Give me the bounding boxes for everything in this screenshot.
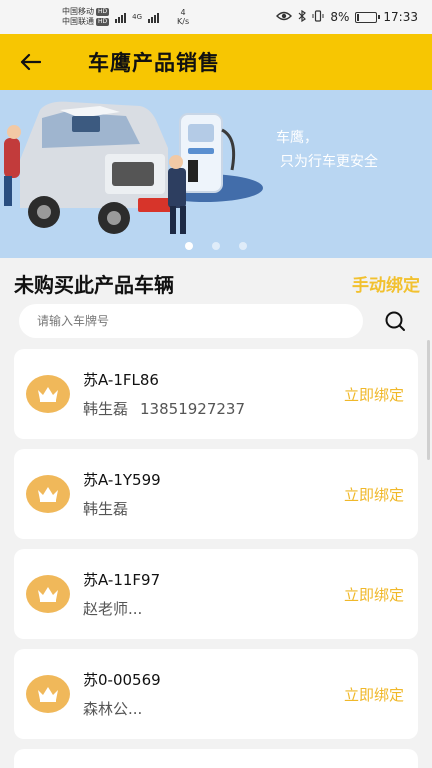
bind-now-button[interactable]: 立即绑定: [344, 384, 404, 405]
banner-carousel[interactable]: 车鹰， 只为行车更安全: [0, 90, 432, 258]
plate-number: 苏0-00569: [83, 671, 161, 689]
owner-line: 森林公...: [83, 698, 161, 719]
vehicle-info: 苏A-1FL86 韩生磊 13851927237: [83, 369, 245, 419]
signal-icon: [115, 11, 127, 23]
arrow-left-icon: [20, 53, 41, 71]
app-bar: 车鹰产品销售: [0, 34, 432, 90]
network-speed: 4 K/s: [177, 8, 189, 26]
owner-line: 赵老师...: [83, 598, 160, 619]
manual-bind-button[interactable]: 手动绑定: [352, 271, 420, 296]
slogan-line-1: 车鹰，: [276, 130, 318, 146]
hd-badge: HD: [96, 18, 110, 26]
carousel-dot[interactable]: [239, 242, 247, 250]
signal-icon: [148, 11, 160, 23]
vehicle-card[interactable]: 苏A-11F97 赵老师... 立即绑定: [14, 549, 418, 639]
owner-name: 韩生磊: [83, 500, 129, 518]
eye-icon: [276, 10, 293, 24]
owner-line: 韩生磊: [83, 498, 161, 519]
battery-icon: [355, 11, 381, 23]
speed-unit: K/s: [177, 17, 190, 26]
slogan-line-2: 只为行车更安全: [280, 154, 378, 170]
bind-now-button[interactable]: 立即绑定: [344, 484, 404, 505]
banner-slogan: 车鹰， 只为行车更安全: [276, 126, 378, 174]
vibrate-icon: [312, 9, 324, 25]
carrier-1: 中国移动: [62, 7, 94, 16]
plate-number: 苏A-11F97: [83, 571, 161, 589]
plate-number: 苏A-1Y599: [83, 471, 161, 489]
plate-number: 苏A-1FL86: [83, 371, 159, 389]
back-button[interactable]: [0, 34, 60, 90]
crown-icon: [26, 375, 70, 413]
search-bar: [0, 300, 432, 342]
clock: 17:33: [383, 10, 418, 24]
vehicle-card[interactable]: 苏A-1FL86 韩生磊 13851927237 立即绑定: [14, 349, 418, 439]
owner-line: 韩生磊 13851927237: [83, 398, 245, 419]
carousel-indicator: [0, 242, 432, 250]
battery-percent: 8%: [330, 10, 350, 24]
page-title: 车鹰产品销售: [88, 51, 220, 75]
bluetooth-icon: [298, 9, 307, 25]
hd-badge: HD: [96, 8, 110, 16]
owner-name: 森林公...: [83, 700, 143, 718]
carousel-dot[interactable]: [212, 242, 220, 250]
crown-icon: [26, 475, 70, 513]
vehicle-info: 苏0-00569 森林公...: [83, 669, 161, 719]
owner-name: 韩生磊: [83, 400, 129, 418]
bind-now-button[interactable]: 立即绑定: [344, 684, 404, 705]
vehicle-info: 苏A-1Y599 韩生磊: [83, 469, 161, 519]
carrier-info: 中国移动 HD 中国联通 HD: [62, 7, 110, 27]
crown-icon: [26, 575, 70, 613]
carrier-2: 中国联通: [62, 17, 94, 26]
search-button[interactable]: [383, 309, 407, 333]
banner-illustration: [4, 101, 263, 234]
vehicle-card[interactable]: [14, 749, 418, 768]
section-title: 未购买此产品车辆: [14, 272, 174, 297]
crown-icon: [26, 675, 70, 713]
bind-now-button[interactable]: 立即绑定: [344, 584, 404, 605]
owner-phone: 13851927237: [140, 400, 245, 418]
vehicle-list: 苏A-1FL86 韩生磊 13851927237 立即绑定 苏A-1Y599 韩生磊 立即绑…: [14, 349, 418, 768]
speed-value: 4: [180, 8, 186, 17]
owner-name: 赵老师...: [83, 600, 143, 618]
vehicle-card[interactable]: 苏0-00569 森林公... 立即绑定: [14, 649, 418, 739]
vehicle-card[interactable]: 苏A-1Y599 韩生磊 立即绑定: [14, 449, 418, 539]
search-icon: [385, 311, 405, 331]
scrollbar[interactable]: [427, 340, 430, 460]
search-input[interactable]: [19, 304, 363, 338]
status-bar: 中国移动 HD 中国联通 HD 4G 4 K/s 8% 17:33: [0, 0, 432, 34]
network-type: 4G: [132, 13, 143, 21]
carousel-dot[interactable]: [185, 242, 193, 250]
vehicle-info: 苏A-11F97 赵老师...: [83, 569, 160, 619]
